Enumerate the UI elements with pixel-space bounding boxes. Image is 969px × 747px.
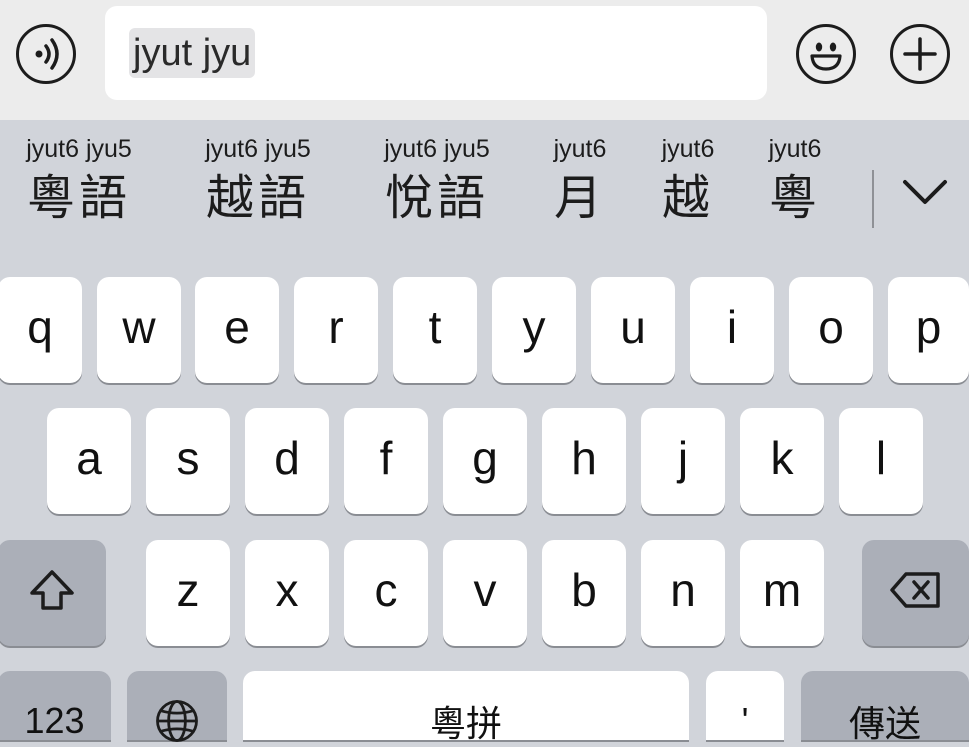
key-d[interactable]: d xyxy=(245,408,329,514)
key-l[interactable]: l xyxy=(839,408,923,514)
key-j[interactable]: j xyxy=(641,408,725,514)
candidate-item[interactable]: jyut6 jyu5 悅語 xyxy=(368,132,506,230)
key-o[interactable]: o xyxy=(789,277,873,383)
candidate-item[interactable]: jyut6 越 xyxy=(650,132,726,230)
key-n[interactable]: n xyxy=(641,540,725,646)
add-button[interactable] xyxy=(890,24,950,84)
candidate-characters: 粵語 xyxy=(26,170,131,226)
candidate-bar: jyut6 jyu5 粵語 jyut6 jyu5 越語 jyut6 jyu5 悅… xyxy=(0,120,969,250)
candidate-characters: 越語 xyxy=(205,170,310,226)
key-m[interactable]: m xyxy=(740,540,824,646)
voice-sound-icon xyxy=(35,38,59,70)
candidate-romanization: jyut6 jyu5 xyxy=(384,135,490,163)
key-i[interactable]: i xyxy=(690,277,774,383)
apostrophe-key[interactable]: ' xyxy=(706,671,784,741)
send-key[interactable]: 傳送 xyxy=(801,671,969,744)
candidate-item[interactable]: jyut6 jyu5 粵語 xyxy=(10,132,148,230)
composing-text: jyut jyu xyxy=(129,28,256,78)
key-k[interactable]: k xyxy=(740,408,824,514)
shift-key[interactable] xyxy=(0,540,106,646)
candidate-characters: 粵 xyxy=(768,170,821,226)
key-v[interactable]: v xyxy=(443,540,527,646)
key-w[interactable]: w xyxy=(97,277,181,383)
globe-icon xyxy=(156,699,198,742)
candidate-romanization: jyut6 jyu5 xyxy=(205,135,311,163)
candidate-romanization: jyut6 jyu5 xyxy=(26,135,132,163)
key-z[interactable]: z xyxy=(146,540,230,646)
candidate-characters: 悅語 xyxy=(384,170,489,226)
key-b[interactable]: b xyxy=(542,540,626,646)
candidate-item[interactable]: jyut6 月 xyxy=(542,132,618,230)
candidate-characters: 月 xyxy=(553,170,606,226)
expand-candidates-button[interactable] xyxy=(895,170,955,220)
candidate-romanization: jyut6 xyxy=(768,135,822,163)
key-g[interactable]: g xyxy=(443,408,527,514)
key-c[interactable]: c xyxy=(344,540,428,646)
key-u[interactable]: u xyxy=(591,277,675,383)
key-s[interactable]: s xyxy=(146,408,230,514)
globe-key[interactable] xyxy=(127,671,227,742)
voice-button[interactable] xyxy=(16,24,76,84)
candidate-romanization: jyut6 xyxy=(661,135,715,163)
key-e[interactable]: e xyxy=(195,277,279,383)
numbers-key[interactable]: 123 xyxy=(0,671,111,741)
plus-icon xyxy=(903,37,937,71)
candidate-item[interactable]: jyut6 粵 xyxy=(757,132,833,230)
emoji-button[interactable] xyxy=(796,24,856,84)
candidate-characters: 越 xyxy=(661,170,714,226)
key-q[interactable]: q xyxy=(0,277,82,383)
candidate-romanization: jyut6 xyxy=(553,135,607,163)
key-p[interactable]: p xyxy=(888,277,969,383)
message-input[interactable]: jyut jyu xyxy=(105,6,767,100)
candidate-item[interactable]: jyut6 jyu5 越語 xyxy=(189,132,327,230)
smiley-face-icon xyxy=(810,42,842,71)
candidate-divider xyxy=(872,170,874,228)
input-toolbar: jyut jyu xyxy=(0,0,969,120)
backspace-key[interactable] xyxy=(862,540,969,646)
key-t[interactable]: t xyxy=(393,277,477,383)
key-r[interactable]: r xyxy=(294,277,378,383)
key-h[interactable]: h xyxy=(542,408,626,514)
chevron-down-icon xyxy=(903,180,947,204)
space-key[interactable]: 粵拼 xyxy=(243,671,689,744)
key-a[interactable]: a xyxy=(47,408,131,514)
key-x[interactable]: x xyxy=(245,540,329,646)
backspace-icon xyxy=(889,572,940,608)
key-f[interactable]: f xyxy=(344,408,428,514)
shift-arrow-icon xyxy=(30,570,74,610)
key-y[interactable]: y xyxy=(492,277,576,383)
